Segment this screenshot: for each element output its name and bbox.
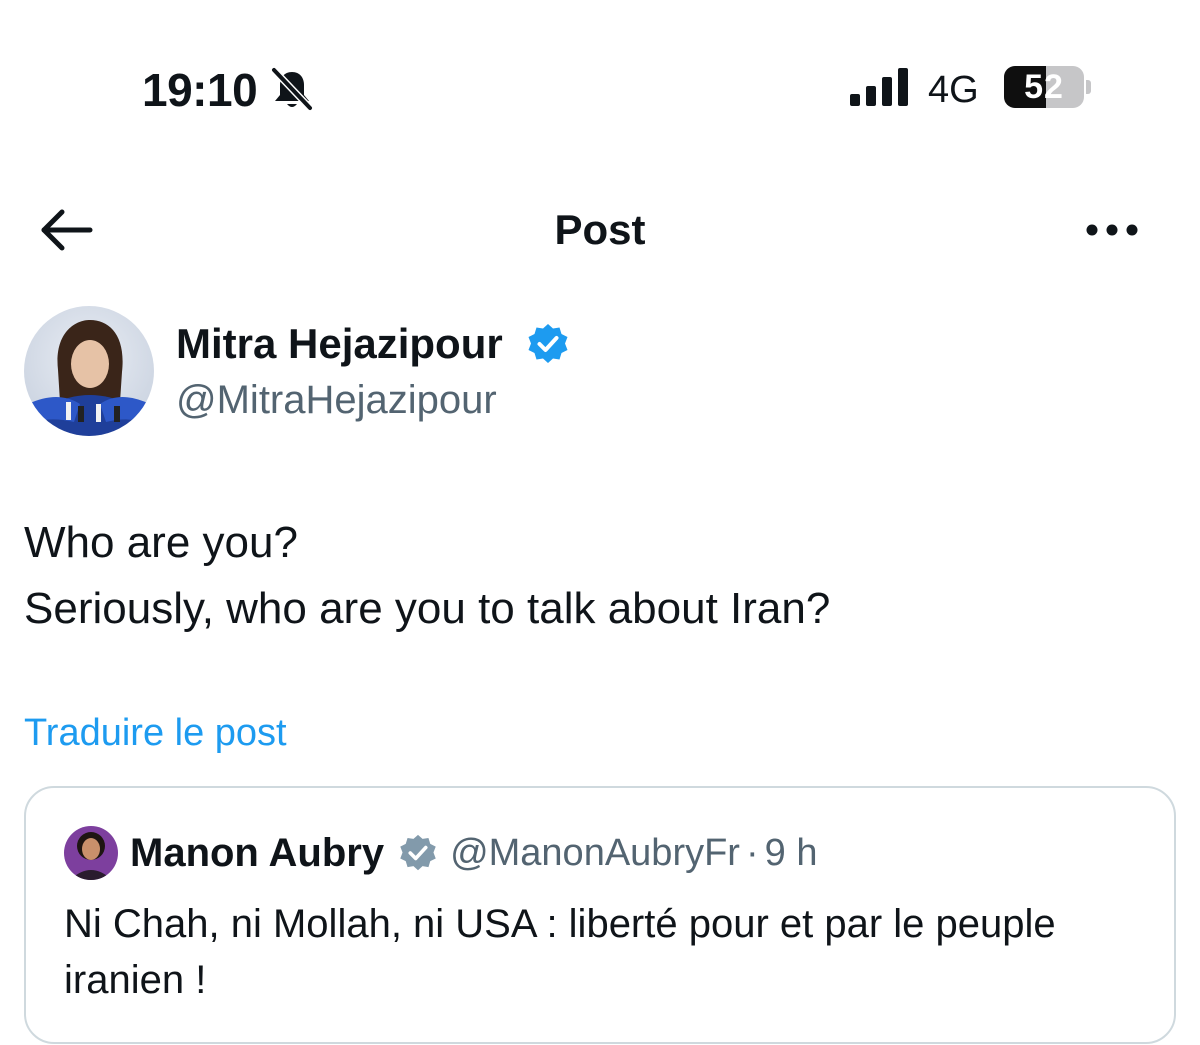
battery-icon: 52 [1004, 66, 1084, 108]
status-time: 19:10 [142, 64, 258, 116]
bell-slash-icon [270, 66, 314, 112]
separator-dot: · [745, 831, 759, 874]
signal-bars-icon [850, 68, 908, 106]
verified-badge-icon [400, 834, 436, 871]
page-title: Post [554, 206, 646, 253]
quoted-author-handle: @ManonAubryFr [450, 831, 740, 874]
battery-level: 52 [1024, 67, 1064, 106]
more-dots-icon[interactable] [1082, 212, 1142, 248]
quoted-post-time: 9 h [764, 831, 818, 874]
verified-badge-icon [528, 324, 568, 363]
quoted-author-avatar[interactable] [64, 826, 118, 880]
author-name[interactable]: Mitra Hejazipour [176, 318, 503, 370]
battery-cap [1086, 80, 1091, 94]
post-text-line: Seriously, who are you to talk about Ira… [24, 584, 831, 633]
author-avatar[interactable] [24, 306, 154, 436]
quoted-author-name: Manon Aubry [130, 830, 385, 875]
quoted-post-header: Manon Aubry @ManonAubryFr · 9 h [130, 826, 817, 880]
post-text-line: Who are you? [24, 518, 298, 567]
network-type: 4G [928, 69, 979, 111]
quoted-post-card[interactable]: Manon Aubry @ManonAubryFr · 9 h Ni Chah,… [24, 786, 1176, 1044]
post-detail-screen: 19:10 4G 52 Post Mitra Hejazipour @Mitra… [0, 0, 1200, 1045]
post-text: Who are you? Seriously, who are you to t… [24, 510, 1174, 642]
author-handle[interactable]: @MitraHejazipour [176, 374, 497, 426]
quoted-post-text: Ni Chah, ni Mollah, ni USA : liberté pou… [64, 902, 1056, 1002]
translate-post-link[interactable]: Traduire le post [24, 708, 287, 758]
